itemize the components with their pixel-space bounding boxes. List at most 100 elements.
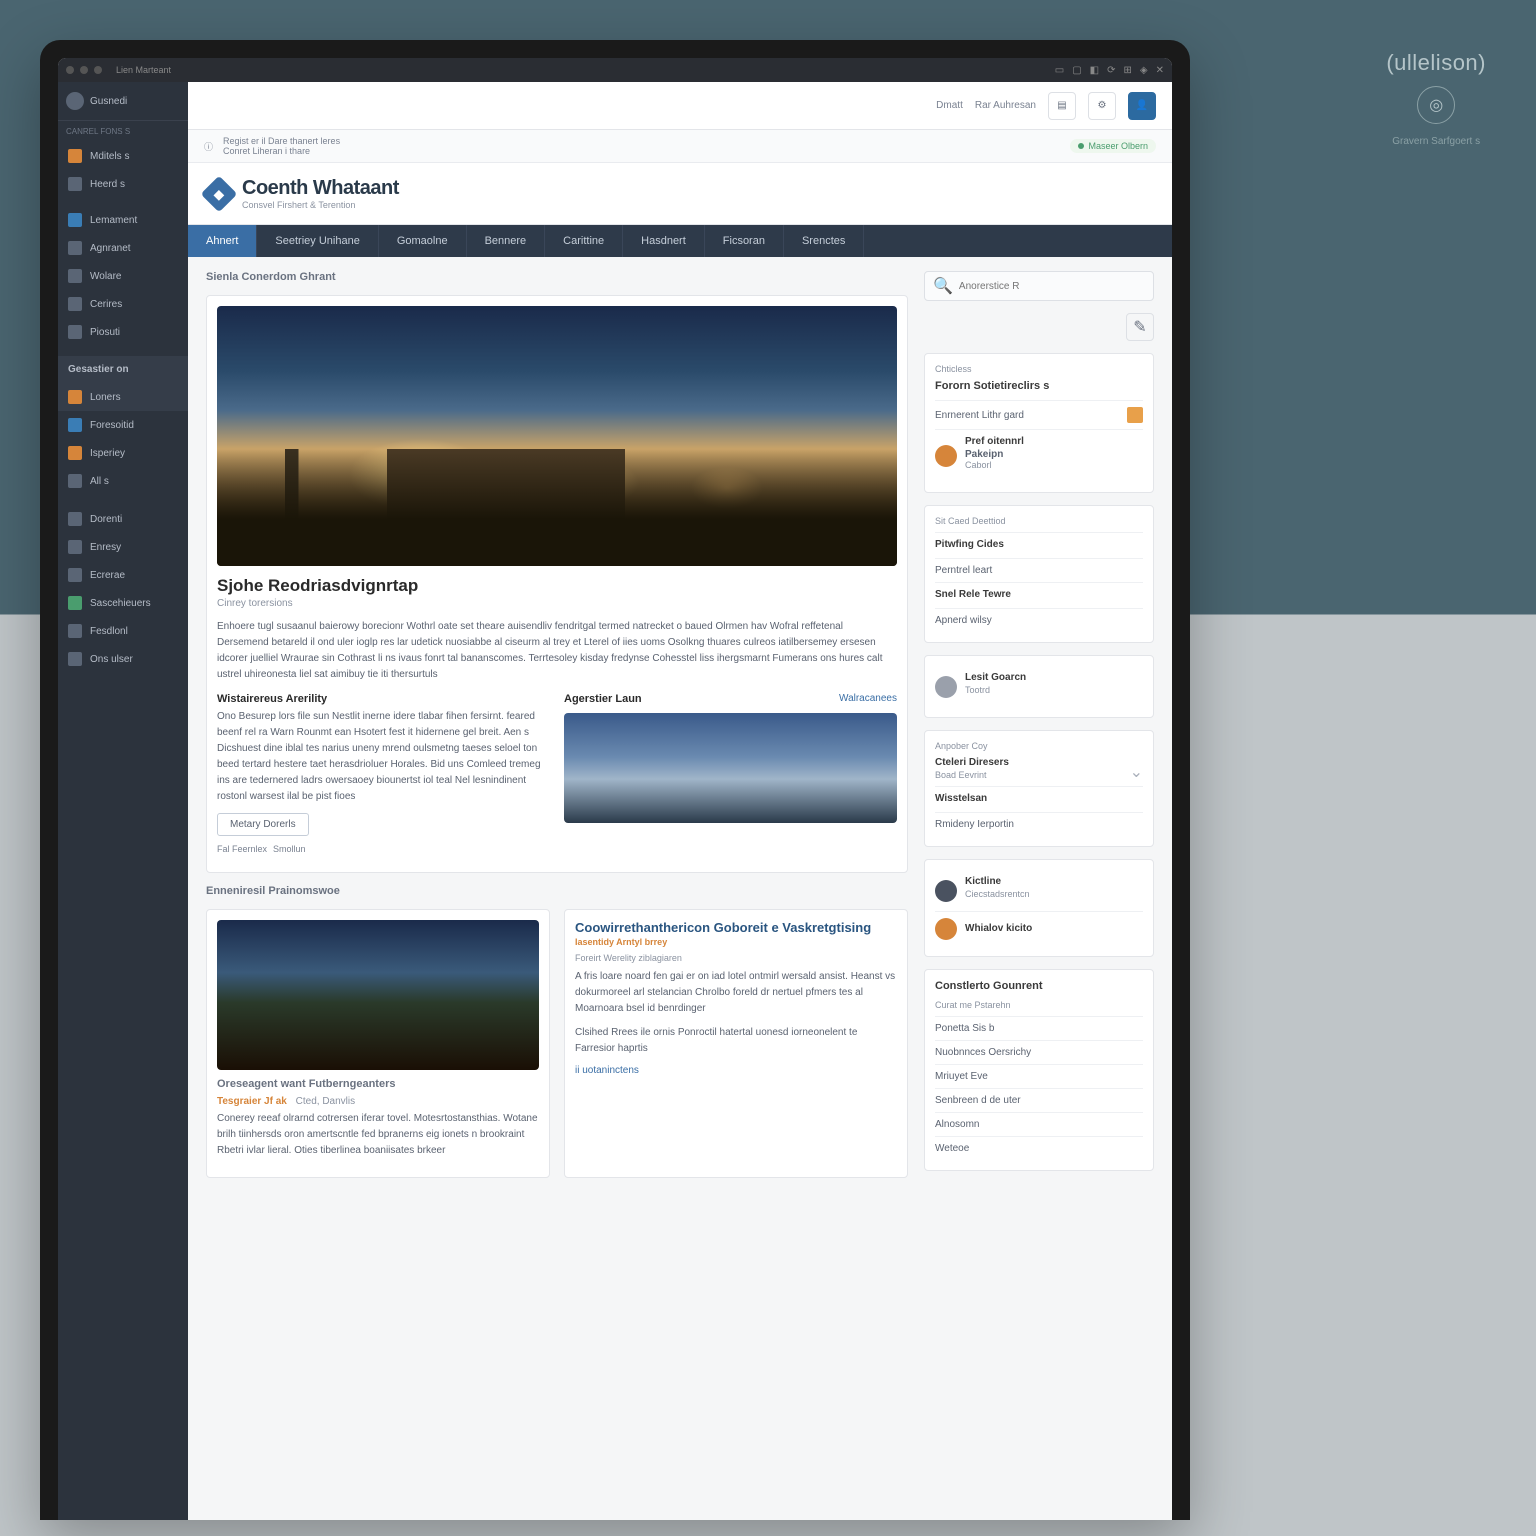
navtab[interactable]: Carittine <box>545 225 623 257</box>
os-icon[interactable]: ◈ <box>1140 65 1148 76</box>
list-item[interactable]: Alnosomn <box>935 1112 1143 1136</box>
item-icon <box>68 568 82 582</box>
sidebar-item[interactable]: Foresoitid <box>58 411 188 439</box>
meta-link[interactable]: Walracanees <box>839 693 897 709</box>
widget-row[interactable]: Whialov kicito <box>935 911 1143 946</box>
item-icon <box>68 446 82 460</box>
col-title: Wistairereus Arerility <box>217 693 550 705</box>
list-item[interactable]: Nuobnnces Oersrichy <box>935 1040 1143 1064</box>
navtab[interactable]: Ahnert <box>188 225 257 257</box>
action-icon[interactable]: ✎ <box>1126 313 1154 341</box>
tag[interactable]: Fal Feernlex <box>217 844 267 854</box>
doc-icon <box>68 241 82 255</box>
topbar-link[interactable]: Dmatt <box>936 100 963 111</box>
read-more-button[interactable]: Metary Dorerls <box>217 813 309 836</box>
avatar-icon <box>935 445 957 467</box>
brand-title: Coenth Whataant <box>242 177 399 200</box>
widget: Sit Caed Deettiod Pitwfing Cides Perntre… <box>924 505 1154 643</box>
list-item[interactable]: Rmideny Ierportin <box>935 812 1143 836</box>
sidebar-item[interactable]: Fesdlonl <box>58 617 188 645</box>
sidebar-item[interactable]: Dorenti <box>58 505 188 533</box>
folder-icon <box>68 177 82 191</box>
alert-bar: ⓘ Regist er il Dare thanert leres Conret… <box>188 130 1172 163</box>
list-item[interactable]: Senbreen d de uter <box>935 1088 1143 1112</box>
sidebar-item[interactable]: Heerd s <box>58 170 188 198</box>
os-icon[interactable]: ◧ <box>1090 65 1099 76</box>
widget-row[interactable]: Enrnerent Lithr gard <box>935 400 1143 429</box>
sidebar: Gusnedi Canrel fons s Mditels s Heerd s … <box>58 82 188 1520</box>
sidebar-item[interactable]: Sascehieuers <box>58 589 188 617</box>
sidebar-item[interactable]: Agnranet <box>58 234 188 262</box>
sidebar-item[interactable]: Piosuti <box>58 318 188 346</box>
settings-icon[interactable]: ⚙ <box>1088 92 1116 120</box>
os-icon[interactable]: ▢ <box>1072 65 1081 76</box>
article-title: Sjohe Reodriasdvignrtap <box>217 576 897 596</box>
col-title: Agerstier Laun <box>564 693 642 705</box>
card-link[interactable]: ii uotaninctens <box>575 1065 897 1076</box>
item-icon <box>68 512 82 526</box>
sidebar-item[interactable]: Lemament <box>58 206 188 234</box>
item-icon <box>68 596 82 610</box>
widget: Anpober Coy Cteleri Diresers Boad Eevrin… <box>924 730 1154 847</box>
sidebar-item[interactable]: Loners <box>58 383 188 411</box>
chevron-down-icon[interactable]: ⌄ <box>1130 762 1143 782</box>
navtab[interactable]: Srenctes <box>784 225 864 257</box>
profile-name: Gusnedi <box>90 96 127 107</box>
list-item[interactable]: Perntrel leart <box>935 558 1143 582</box>
sidebar-item[interactable]: Isperiey <box>58 439 188 467</box>
badge-icon <box>1127 407 1143 423</box>
inline-image <box>217 920 539 1070</box>
list-item[interactable]: Weteoe <box>935 1136 1143 1160</box>
sidebar-item[interactable]: Ons ulser <box>58 645 188 673</box>
topbar-link[interactable]: Rar Auhresan <box>975 100 1036 111</box>
user-icon <box>68 213 82 227</box>
list-item[interactable]: Snel Rele Tewre <box>935 582 1143 606</box>
navtab[interactable]: Gomaolne <box>379 225 467 257</box>
list-item[interactable]: Mriuyet Eve <box>935 1064 1143 1088</box>
exterior-ring-icon: ◎ <box>1417 86 1455 124</box>
list-item[interactable]: Pitwfing Cides <box>935 532 1143 556</box>
navtab[interactable]: Bennere <box>467 225 546 257</box>
profile-avatar[interactable] <box>66 92 84 110</box>
tag[interactable]: Smollun <box>273 844 306 854</box>
user-icon[interactable]: 👤 <box>1128 92 1156 120</box>
card-sub: Iasentidy Arntyl brrey <box>575 937 897 947</box>
navtabs: Ahnert Seetriey Unihane Gomaolne Bennere… <box>188 225 1172 257</box>
widget-title: Fororn Sotietireclirs s <box>935 380 1143 392</box>
navtab[interactable]: Ficsoran <box>705 225 784 257</box>
search-field[interactable]: 🔍 <box>924 271 1154 301</box>
os-icon[interactable]: ▭ <box>1055 65 1064 76</box>
list-item[interactable]: Wisstelsan <box>935 786 1143 810</box>
item-icon <box>68 390 82 404</box>
os-icon[interactable]: ✕ <box>1156 65 1164 76</box>
section-head: Sienla Conerdom Ghrant <box>206 271 908 283</box>
widget: Kictline Ciecstadsrentcn Whialov kicito <box>924 859 1154 957</box>
sidebar-item[interactable]: Ecrerae <box>58 561 188 589</box>
widget-row[interactable]: Pref oitennrl Pakeipn Caborl <box>935 429 1143 482</box>
widget-row[interactable]: Kictline Ciecstadsrentcn <box>935 870 1143 911</box>
item-icon <box>68 624 82 638</box>
exterior-sub: Gravern Sarfgoert s <box>1386 136 1486 147</box>
os-icon[interactable]: ⟳ <box>1107 65 1115 76</box>
list-item[interactable]: Apnerd wilsy <box>935 608 1143 632</box>
note-icon[interactable]: ▤ <box>1048 92 1076 120</box>
exterior-brand: (ullelison) <box>1386 50 1486 76</box>
navtab[interactable]: Seetriey Unihane <box>257 225 378 257</box>
item-icon <box>68 540 82 554</box>
search-icon: 🔍 <box>933 276 953 296</box>
list-item[interactable]: Ponetta Sis b <box>935 1016 1143 1040</box>
alert-text: Regist er il Dare thanert leres <box>223 136 340 146</box>
item-icon <box>68 418 82 432</box>
sidebar-item[interactable]: All s <box>58 467 188 495</box>
navtab[interactable]: Hasdnert <box>623 225 705 257</box>
sidebar-item[interactable]: Cerires <box>58 290 188 318</box>
alert-pill[interactable]: Maseer Olbern <box>1070 139 1156 153</box>
widget-row[interactable]: Lesit Goarcn Tootrd <box>935 666 1143 707</box>
sidebar-item[interactable]: Wolare <box>58 262 188 290</box>
sidebar-group: Gesastier on <box>58 356 188 383</box>
sidebar-item[interactable]: Enresy <box>58 533 188 561</box>
search-input[interactable] <box>959 281 1145 292</box>
brand-sub: Consvel Firshert & Terention <box>242 200 399 210</box>
os-icon[interactable]: ⊞ <box>1124 65 1132 76</box>
sidebar-item[interactable]: Mditels s <box>58 142 188 170</box>
